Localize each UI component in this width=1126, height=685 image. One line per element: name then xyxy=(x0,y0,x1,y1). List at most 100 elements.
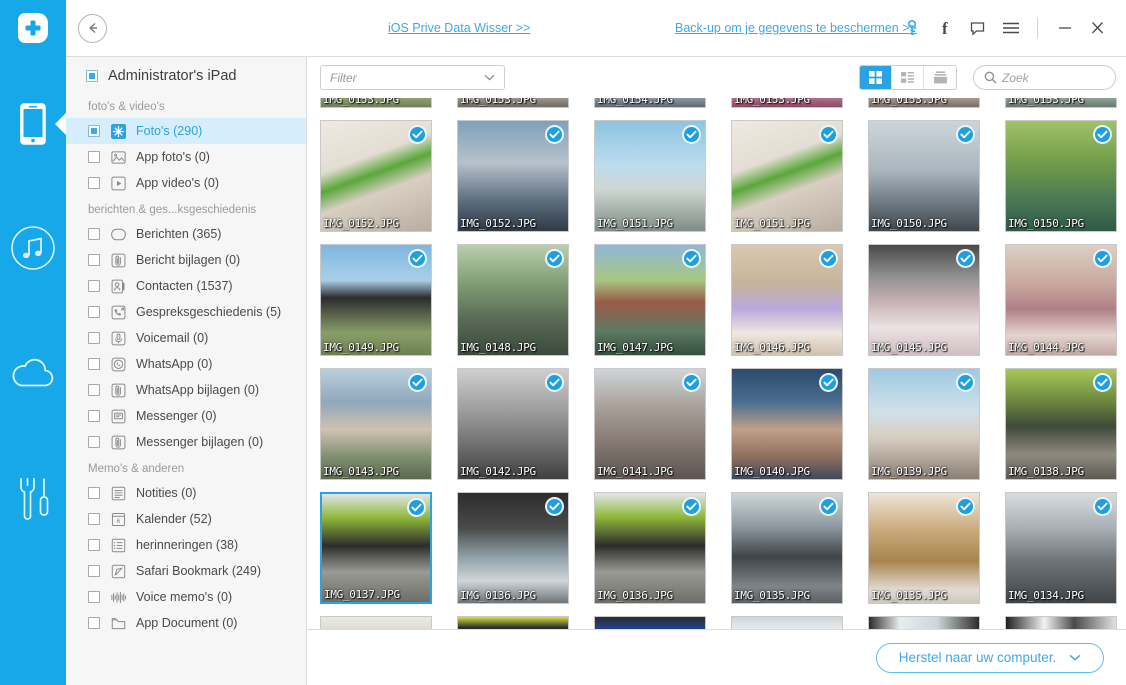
device-checkbox[interactable] xyxy=(86,70,98,82)
back-button[interactable] xyxy=(78,13,107,43)
sidebar-item-safari-bookmark-249[interactable]: Safari Bookmark (249) xyxy=(66,558,306,584)
sidebar-item-checkbox[interactable] xyxy=(88,228,100,240)
photo-thumbnail[interactable]: IMG_0135.JPG xyxy=(731,492,843,604)
view-stack-button[interactable] xyxy=(924,66,956,89)
photo-thumbnail[interactable]: IMG_0145.JPG xyxy=(868,244,980,356)
photo-checkbox[interactable] xyxy=(819,249,838,268)
sidebar-item-checkbox[interactable] xyxy=(88,384,100,396)
photo-checkbox[interactable] xyxy=(407,498,426,517)
photo-thumbnail[interactable]: IMG_0152.JPG xyxy=(320,120,432,232)
photo-thumbnail[interactable]: IMG_0153.JPG xyxy=(1005,98,1117,108)
filter-dropdown[interactable]: Filter xyxy=(320,65,505,90)
photo-thumbnail[interactable]: IMG_0136.JPG xyxy=(457,492,569,604)
photo-checkbox[interactable] xyxy=(682,497,701,516)
photo-checkbox[interactable] xyxy=(1093,373,1112,392)
link-backup[interactable]: Back-up om je gegevens te beschermen >> xyxy=(675,21,917,35)
facebook-icon[interactable]: f xyxy=(928,11,961,45)
sidebar-item-checkbox[interactable] xyxy=(88,591,100,603)
photo-thumbnail[interactable]: IMG_0151.JPG xyxy=(731,120,843,232)
sidebar-item-app-foto-s-0[interactable]: App foto's (0) xyxy=(66,144,306,170)
sidebar-item-checkbox[interactable] xyxy=(88,539,100,551)
link-privacy-eraser[interactable]: iOS Prive Data Wisser >> xyxy=(388,21,530,35)
photo-checkbox[interactable] xyxy=(1093,497,1112,516)
photo-checkbox[interactable] xyxy=(1093,125,1112,144)
photo-thumbnail[interactable]: IMG_0148.JPG xyxy=(457,244,569,356)
sidebar-item-app-document-0[interactable]: App Document (0) xyxy=(66,610,306,636)
photo-thumbnail[interactable]: IMG_0139.JPG xyxy=(868,368,980,480)
photo-checkbox[interactable] xyxy=(1093,249,1112,268)
photo-checkbox[interactable] xyxy=(956,249,975,268)
minimize-button[interactable] xyxy=(1048,11,1081,45)
sidebar-item-whatsapp-bijlagen-0[interactable]: WhatsApp bijlagen (0) xyxy=(66,377,306,403)
sidebar-item-messenger-0[interactable]: Messenger (0) xyxy=(66,403,306,429)
sidebar-item-bericht-bijlagen-0[interactable]: Bericht bijlagen (0) xyxy=(66,247,306,273)
photo-checkbox[interactable] xyxy=(819,497,838,516)
search-input[interactable]: Zoek xyxy=(973,65,1116,90)
device-header[interactable]: Administrator's iPad xyxy=(66,59,306,93)
photo-checkbox[interactable] xyxy=(956,373,975,392)
photo-checkbox[interactable] xyxy=(682,249,701,268)
photo-thumbnail[interactable] xyxy=(731,616,843,629)
rail-item-cloud[interactable] xyxy=(0,336,66,412)
photo-thumbnail[interactable]: IMG_0153.JPG xyxy=(731,98,843,108)
sidebar-item-foto-s-290[interactable]: Foto's (290) xyxy=(66,118,306,144)
photo-thumbnail[interactable]: IMG_0136.JPG xyxy=(594,492,706,604)
sidebar-item-checkbox[interactable] xyxy=(88,565,100,577)
photo-checkbox[interactable] xyxy=(545,497,564,516)
sidebar-item-checkbox[interactable] xyxy=(88,306,100,318)
rail-item-music[interactable] xyxy=(0,210,66,286)
photo-thumbnail[interactable]: IMG_0135.JPG xyxy=(868,492,980,604)
photo-thumbnail[interactable]: IMG_0150.JPG xyxy=(868,120,980,232)
photo-checkbox[interactable] xyxy=(545,249,564,268)
feedback-icon[interactable] xyxy=(961,11,994,45)
photo-thumbnail[interactable]: IMG_0146.JPG xyxy=(731,244,843,356)
sidebar-item-checkbox[interactable] xyxy=(88,513,100,525)
restore-to-computer-button[interactable]: Herstel naar uw computer. xyxy=(876,642,1104,673)
sidebar-item-whatsapp-0[interactable]: WhatsApp (0) xyxy=(66,351,306,377)
photo-thumbnail[interactable]: IMG_0154.JPG xyxy=(594,98,706,108)
sidebar-item-checkbox[interactable] xyxy=(88,151,100,163)
view-detail-button[interactable] xyxy=(892,66,924,89)
photo-thumbnail[interactable]: IMG_0153.JPG xyxy=(457,98,569,108)
sidebar-item-kalender-52[interactable]: 6 Kalender (52) xyxy=(66,506,306,532)
photo-grid-scroll[interactable]: IMG_0153.JPG IMG_0153.JPG IMG_0154.JPG IMG_… xyxy=(307,98,1126,629)
photo-thumbnail[interactable]: IMG_0137.JPG xyxy=(320,492,432,604)
view-grid-button[interactable] xyxy=(860,66,892,89)
sidebar-item-voicemail-0[interactable]: Voicemail (0) xyxy=(66,325,306,351)
photo-thumbnail[interactable]: IMG_0143.JPG xyxy=(320,368,432,480)
photo-thumbnail[interactable]: IMG_0138.JPG xyxy=(1005,368,1117,480)
sidebar-item-messenger-bijlagen-0[interactable]: Messenger bijlagen (0) xyxy=(66,429,306,455)
photo-thumbnail[interactable]: IMG_0149.JPG xyxy=(320,244,432,356)
sidebar-item-checkbox[interactable] xyxy=(88,125,100,137)
photo-thumbnail[interactable] xyxy=(1005,616,1117,629)
rail-item-tools[interactable] xyxy=(0,460,66,536)
key-icon[interactable] xyxy=(895,11,928,45)
sidebar-item-app-video-s-0[interactable]: App video's (0) xyxy=(66,170,306,196)
photo-thumbnail[interactable]: IMG_0142.JPG xyxy=(457,368,569,480)
rail-item-device[interactable] xyxy=(0,86,66,162)
sidebar-item-checkbox[interactable] xyxy=(88,358,100,370)
sidebar-item-checkbox[interactable] xyxy=(88,177,100,189)
sidebar-item-checkbox[interactable] xyxy=(88,254,100,266)
photo-checkbox[interactable] xyxy=(819,373,838,392)
photo-thumbnail[interactable]: IMG_0140.JPG xyxy=(731,368,843,480)
photo-checkbox[interactable] xyxy=(682,373,701,392)
sidebar-item-voice-memo-s-0[interactable]: Voice memo's (0) xyxy=(66,584,306,610)
sidebar-item-gespreksgeschiedenis-5[interactable]: Gespreksgeschiedenis (5) xyxy=(66,299,306,325)
photo-thumbnail[interactable]: IMG_0141.JPG xyxy=(594,368,706,480)
photo-thumbnail[interactable]: IMG_0153.JPG xyxy=(320,98,432,108)
sidebar-item-berichten-365[interactable]: Berichten (365) xyxy=(66,221,306,247)
sidebar-item-checkbox[interactable] xyxy=(88,617,100,629)
sidebar-item-checkbox[interactable] xyxy=(88,436,100,448)
photo-thumbnail[interactable]: IMG_0147.JPG xyxy=(594,244,706,356)
photo-checkbox[interactable] xyxy=(408,249,427,268)
photo-checkbox[interactable] xyxy=(408,125,427,144)
photo-thumbnail[interactable]: IMG_0151.JPG xyxy=(594,120,706,232)
sidebar-item-checkbox[interactable] xyxy=(88,487,100,499)
photo-checkbox[interactable] xyxy=(545,125,564,144)
photo-checkbox[interactable] xyxy=(956,497,975,516)
photo-thumbnail[interactable]: IMG_0152.JPG xyxy=(457,120,569,232)
photo-thumbnail[interactable] xyxy=(457,616,569,629)
sidebar-item-checkbox[interactable] xyxy=(88,332,100,344)
photo-checkbox[interactable] xyxy=(956,125,975,144)
